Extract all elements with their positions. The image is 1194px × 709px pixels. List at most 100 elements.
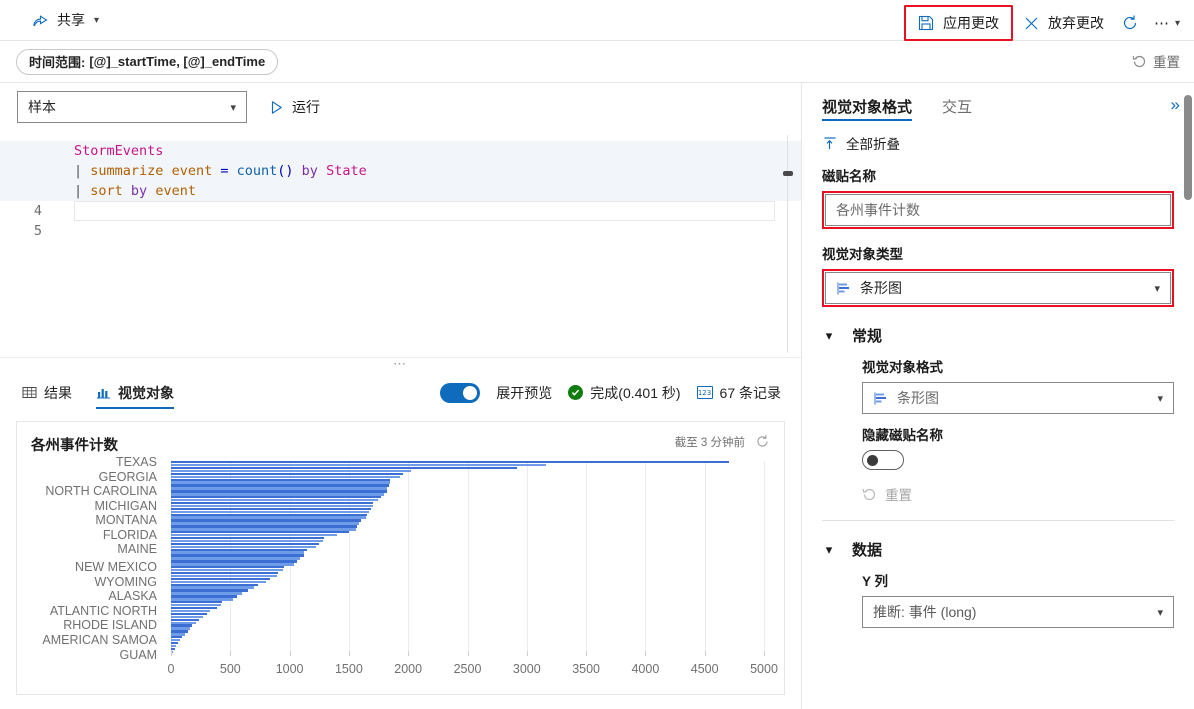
ui-root: 共享 ▾ 应用更改 放弃更改 ⋯ ▾ 时间范围: [@]_startTime, … [0,0,1194,709]
chevron-down-icon: ▾ [1157,392,1163,405]
y-axis-tick-label: NEW MEXICO [75,560,157,574]
code-token: State [326,163,367,179]
tab-results[interactable]: 结果 [22,371,72,415]
tile-name-label: 磁贴名称 [822,169,876,184]
x-axis-tick-label: 3000 [512,662,541,676]
y-axis-tick-label: AMERICAN SAMOA [42,632,157,647]
editor-line-number: 5 [33,223,42,239]
visual-type-select[interactable]: 条形图 ▾ [825,272,1171,304]
editor-scrollbar[interactable] [783,131,793,357]
visual-format-label: 视觉对象格式 [862,360,943,375]
editor-code[interactable]: StormEvents | summarize event = count() b… [0,141,801,241]
editor-active-line [74,201,775,221]
refresh-icon[interactable] [755,434,770,449]
expand-preview-label: 展开预览 [496,384,553,401]
success-check-icon [568,385,584,400]
tile-name-input[interactable]: 各州事件计数 [825,194,1171,226]
chart-y-axis-labels: TEXAS GEORGIA NORTH CAROLINA MICHIGAN MONTAN… [31,455,163,662]
y-column-select[interactable]: 推断: 事件 (long) ▾ [862,596,1174,628]
visual-type-value: 条形图 [860,280,902,296]
query-editor[interactable]: 12345 StormEvents | summarize event = cou… [0,131,801,357]
section-general-body: 视觉对象格式 条形图 ▾ 隐藏磁贴名称 重置 [822,346,1174,504]
table-icon [22,385,37,400]
code-token [163,163,171,179]
database-select[interactable]: 样本 ▾ [17,91,247,123]
section-general-header[interactable]: ▾ 常规 [822,325,1174,346]
undo-icon [862,487,877,502]
editor-line[interactable]: | summarize event = count() by State [0,161,801,181]
query-status: 完成(0.401 秒) [568,383,681,403]
x-axis-tick-label: 1000 [275,662,304,676]
code-token [228,163,236,179]
code-token: | [74,163,91,179]
collapse-all-button[interactable]: 全部折叠 [822,129,1174,155]
y-axis-tick-label: TEXAS [116,454,157,469]
tab-interaction-label: 交互 [942,98,973,116]
refresh-button[interactable] [1114,8,1146,38]
discard-changes-button[interactable]: 放弃更改 [1015,8,1112,38]
y-axis-tick-label: ATLANTIC NORTH [49,603,157,618]
y-axis-tick-label: NORTH CAROLINA [45,484,157,499]
x-tick [764,651,765,656]
panel-scrollbar-thumb[interactable] [1184,95,1192,200]
expand-preview-toggle[interactable] [440,382,481,403]
x-axis-tick-label: 4500 [690,662,719,676]
play-icon [269,100,284,115]
y-axis-tick-label: MICHIGAN [94,498,158,513]
chart-x-axis-labels: 0 500 1000 1500 2000 2500 3000 3500 4000 4500 5000 [168,656,778,682]
x-axis-tick-label: 3500 [572,662,600,676]
tab-visual[interactable]: 视觉对象 [96,371,174,415]
x-axis-tick-label: 500 [219,662,241,676]
results-tab-bar: 结果 视觉对象 展开预览 完成(0.401 秒) 123 67 条记录 [0,371,801,415]
code-token [294,163,302,179]
time-range-pill[interactable]: 时间范围: [@]_startTime, [@]_endTime [16,48,279,75]
record-count-label: 67 条记录 [719,384,781,401]
y-axis-tick-label: MAINE [117,542,157,557]
double-chevron-right-icon[interactable]: » [1171,95,1180,115]
section-data-header[interactable]: ▾ 数据 [822,539,1174,560]
section-general-title: 常规 [852,328,883,345]
code-token: event [155,183,196,199]
top-command-right: 应用更改 放弃更改 ⋯ ▾ [903,5,1186,41]
editor-scrollbar-thumb[interactable] [783,171,793,176]
settings-panel: 视觉对象格式 交互 » 全部折叠 磁贴名称 各州事件计数 视觉对象类型 条形图 … [802,83,1194,709]
time-range-value: [@]_startTime, [@]_endTime [89,54,266,69]
visual-format-select[interactable]: 条形图 ▾ [862,382,1174,414]
time-range-bar: 时间范围: [@]_startTime, [@]_endTime 重置 [0,41,1194,83]
editor-line[interactable] [74,221,775,241]
save-icon [918,15,935,32]
more-options-button[interactable]: ⋯ ▾ [1148,8,1186,38]
chart-meta: 截至 3 分钟前 [675,434,770,450]
y-axis-tick-label: ALASKA [108,589,157,604]
tab-visual-format[interactable]: 视觉对象格式 [822,83,913,129]
editor-line[interactable]: StormEvents [0,141,801,161]
toggle-knob [463,385,478,400]
apply-changes-label: 应用更改 [942,15,999,31]
hide-tile-name-toggle[interactable] [862,450,904,470]
y-axis-tick-label: RHODE ISLAND [63,618,157,633]
query-status-label: 完成(0.401 秒) [590,384,681,401]
tab-visual-label: 视觉对象 [118,384,174,401]
toggle-knob [867,455,878,466]
y-axis-tick-label: WYOMING [94,574,158,589]
code-token [123,183,131,199]
x-axis-tick-label: 4000 [631,662,660,676]
pane-resize-handle[interactable]: ⋯ [0,356,801,371]
code-token: sort [90,183,123,199]
section-data-title: 数据 [852,542,883,559]
chart-card-header: 各州事件计数 截至 3 分钟前 [31,434,770,455]
run-query-button[interactable]: 运行 [263,93,326,121]
record-count: 123 67 条记录 [696,383,781,403]
chevron-down-icon: ▾ [1154,282,1160,295]
share-button[interactable]: 共享 ▾ [24,5,107,35]
tab-interaction[interactable]: 交互 [942,83,972,129]
chevron-down-icon: ▾ [1174,17,1180,29]
apply-changes-button[interactable]: 应用更改 [910,8,1007,38]
bar-chart-icon [836,281,851,296]
y-column-label: Y 列 [862,574,889,589]
chart-as-of-label: 截至 3 分钟前 [674,436,745,449]
editor-line[interactable]: | sort by event [0,181,801,201]
share-label: 共享 [57,12,85,28]
general-reset-button[interactable]: 重置 [862,484,1174,504]
reset-parameters-button[interactable]: 重置 [1132,51,1180,71]
